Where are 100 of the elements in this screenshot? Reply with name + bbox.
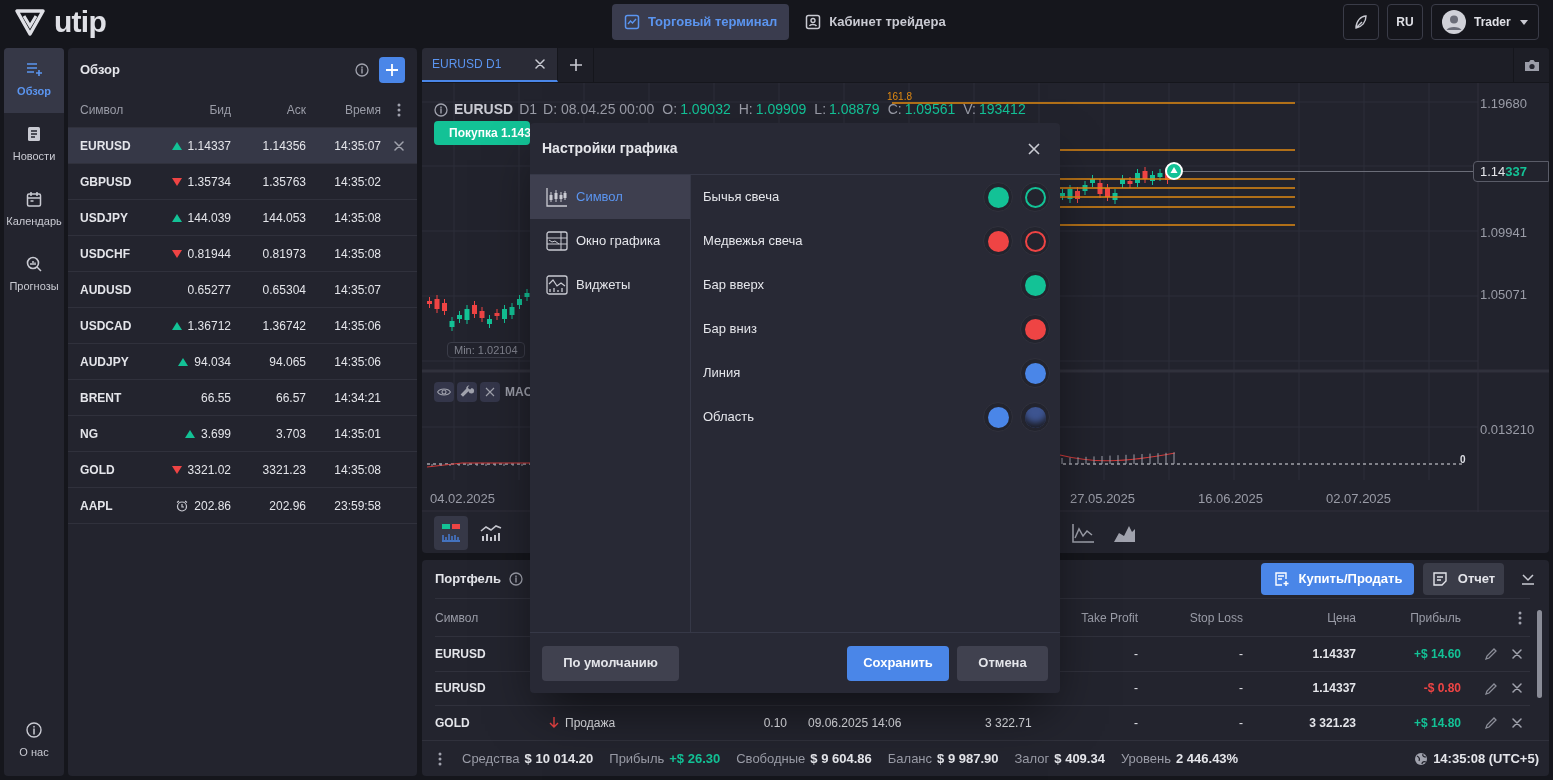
time-cell-text: 14:35:07 (333, 281, 381, 299)
date-axis-label: 02.07.2025 (1326, 490, 1392, 508)
add-button[interactable] (379, 57, 405, 83)
bid-cell-text: 0.65277 (187, 281, 231, 299)
close-icon[interactable] (1028, 142, 1040, 155)
close-button[interactable] (480, 382, 500, 402)
symbol-cell-text: GOLD (435, 714, 471, 732)
ohlc-value: 1.09032 (680, 100, 731, 119)
zero-line-label: 0 (1460, 453, 1466, 467)
chart-type-button[interactable] (434, 515, 468, 550)
kebab-menu-icon[interactable] (1518, 610, 1522, 625)
watchlist-row[interactable]: USDJPY 144.039 144.053 14:35:08 (68, 200, 417, 236)
sidebar-item[interactable]: Прогнозы (4, 243, 64, 308)
scrollbar-thumb[interactable] (1537, 610, 1542, 698)
stop-loss-cell-text: - (1238, 645, 1243, 663)
watchlist-row[interactable]: AAPL 202.86 202.96 23:59:58 (68, 488, 417, 524)
panel-title: Портфель (435, 570, 502, 589)
symbol-cell-text: EURUSD (435, 680, 487, 698)
bid-cell-text: 0.81944 (187, 245, 231, 263)
watchlist-row[interactable]: USDCHF 0.81944 0.81973 14:35:08 (68, 236, 417, 272)
close-icon[interactable] (1512, 717, 1522, 728)
watchlist-row[interactable]: GOLD 3321.02 3321.23 14:35:08 (68, 452, 417, 488)
settings-menu-item[interactable]: Виджеты (530, 263, 690, 307)
wrench-button[interactable] (457, 382, 477, 402)
candle (1060, 188, 1065, 201)
eye-button[interactable] (434, 382, 454, 402)
column-header: Цена (1326, 609, 1356, 627)
buy-sell-button[interactable]: Купить/Продать (1261, 563, 1414, 595)
indicators-icon[interactable] (480, 522, 502, 543)
watchlist-row[interactable]: AUDJPY 94.034 94.065 14:35:06 (68, 344, 417, 380)
plus-icon[interactable] (568, 58, 583, 72)
time-cell-text: 14:35:06 (333, 317, 381, 335)
chart-tab[interactable]: EURUSD D1 (422, 48, 558, 82)
sidebar-item[interactable]: Обзор (4, 48, 64, 113)
candle (464, 304, 470, 325)
candle (427, 296, 432, 309)
setting-label: Бар вниз (703, 320, 757, 339)
document-icon (26, 126, 42, 143)
setting-label: Бар вверх (703, 276, 765, 295)
nav-tab[interactable]: Торговый терминал (612, 4, 790, 40)
symbol-cell-text: NG (80, 425, 99, 443)
close-icon[interactable] (535, 59, 545, 69)
settings-menu-item[interactable]: Окно графика (530, 219, 690, 263)
close-icon[interactable] (1512, 683, 1522, 694)
ohlc-value: 1.08879 (829, 100, 880, 119)
edit-icon[interactable] (1485, 716, 1498, 730)
user-menu-button[interactable]: Trader (1431, 4, 1539, 40)
status-value: $ 10 014.20 (524, 749, 594, 768)
panel-title: Обзор (80, 61, 120, 80)
ohlc-label: H: (738, 100, 753, 119)
nav-tab[interactable]: Кабинет трейдера (793, 4, 958, 40)
about-link[interactable]: О нас (4, 716, 64, 766)
watchlist-row[interactable]: EURUSD 1.14337 1.14356 14:35:07 (68, 128, 417, 164)
report-button[interactable]: Отчет (1423, 563, 1504, 595)
logo-icon (14, 7, 46, 37)
ohlc-label: L: (814, 100, 827, 119)
save-button[interactable]: Сохранить (847, 645, 949, 681)
reset-button[interactable]: По умолчанию (542, 645, 679, 681)
language-button[interactable]: RU (1387, 4, 1423, 40)
status-label: Баланс (887, 749, 933, 768)
theme-button[interactable] (1343, 4, 1379, 40)
column-header: Символ (435, 609, 480, 627)
profit-cell-text: -$ 0.80 (1422, 680, 1461, 698)
watchlist-row[interactable]: USDCAD 1.36712 1.36742 14:35:06 (68, 308, 417, 344)
camera-icon[interactable] (1523, 58, 1540, 72)
collapse-icon[interactable] (1521, 572, 1535, 586)
sidebar-item[interactable]: Календарь (4, 178, 64, 243)
date-axis-label: 27.05.2025 (1070, 490, 1136, 508)
list-plus-icon (26, 61, 42, 78)
watchlist-row[interactable]: GBPUSD 1.35734 1.35763 14:35:02 (68, 164, 417, 200)
symbol-cell-text: USDCHF (80, 245, 131, 263)
line-chart-icon[interactable] (1071, 522, 1095, 543)
close-icon[interactable] (1512, 648, 1522, 659)
current-price-label: 1.14337 (1473, 161, 1549, 182)
status-value: 2 446.43% (1176, 749, 1239, 768)
chart-monitor-icon (624, 14, 640, 30)
column-header: Символ (80, 101, 125, 119)
edit-icon[interactable] (1485, 681, 1498, 695)
globe-icon (1414, 751, 1429, 766)
close-icon[interactable] (394, 140, 404, 151)
price-cell-text: 3 321.23 (1308, 714, 1356, 732)
kebab-menu-icon[interactable] (397, 102, 401, 117)
time-cell-text: 14:35:02 (333, 173, 381, 191)
status-label: Залог (1014, 749, 1050, 768)
time-cell-text: 09.06.2025 14:06 (807, 714, 903, 732)
edit-icon[interactable] (1485, 647, 1498, 661)
time-cell-text: 14:35:08 (333, 209, 381, 227)
cancel-button[interactable]: Отмена (957, 645, 1048, 681)
watchlist-row[interactable]: AUDUSD 0.65277 0.65304 14:35:07 (68, 272, 417, 308)
watchlist-row[interactable]: BRENT 66.55 66.57 14:34:21 (68, 380, 417, 416)
settings-menu-item[interactable]: Символ (530, 175, 690, 219)
status-label: Прибыль (609, 749, 665, 768)
column-header: Прибыль (1409, 609, 1461, 627)
time-cell-text: 14:35:08 (333, 245, 381, 263)
price-axis-label: 1.09941 (1480, 224, 1527, 242)
candle (1105, 183, 1110, 202)
setting-label: Линия (703, 364, 741, 383)
kebab-menu-icon[interactable] (438, 751, 442, 766)
sidebar-item[interactable]: Новости (4, 113, 64, 178)
watchlist-row[interactable]: NG 3.699 3.703 14:35:01 (68, 416, 417, 452)
